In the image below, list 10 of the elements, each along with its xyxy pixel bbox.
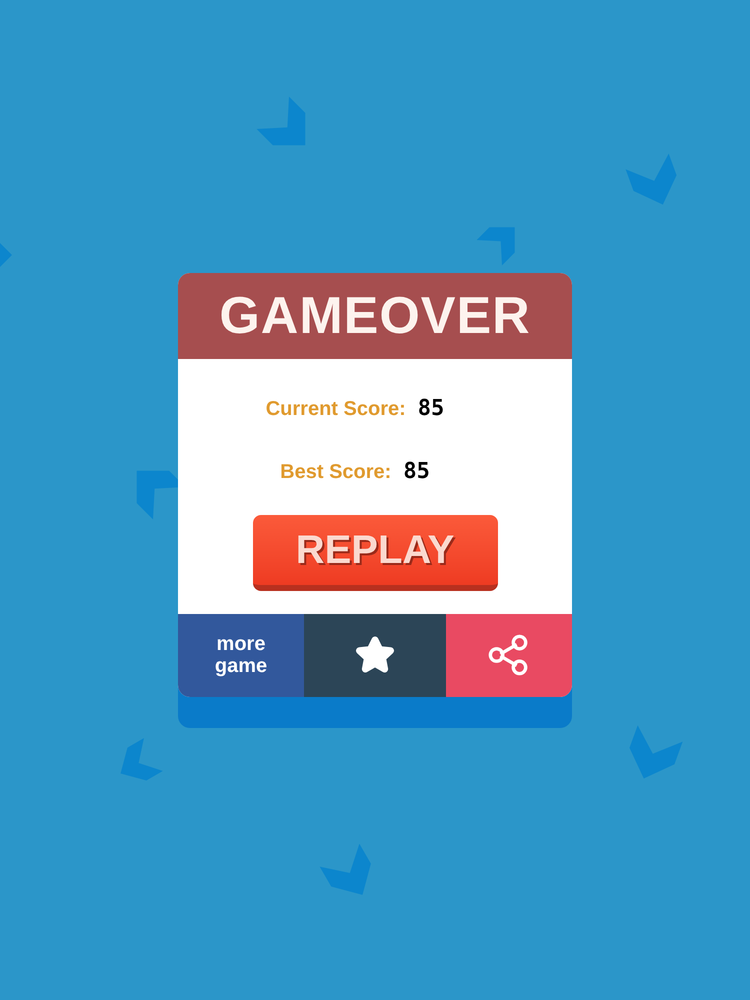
star-icon [355,636,395,674]
score-label: Current Score: [266,396,406,422]
rate-button[interactable] [304,614,446,696]
score-value: 85 [403,458,430,486]
more-game-button[interactable]: more game [178,614,304,696]
share-icon [488,634,530,676]
title: GAMEOVER [219,290,531,342]
score-value: 85 [418,395,444,423]
score-label: Best Score: [280,460,392,484]
share-button[interactable] [446,614,572,696]
